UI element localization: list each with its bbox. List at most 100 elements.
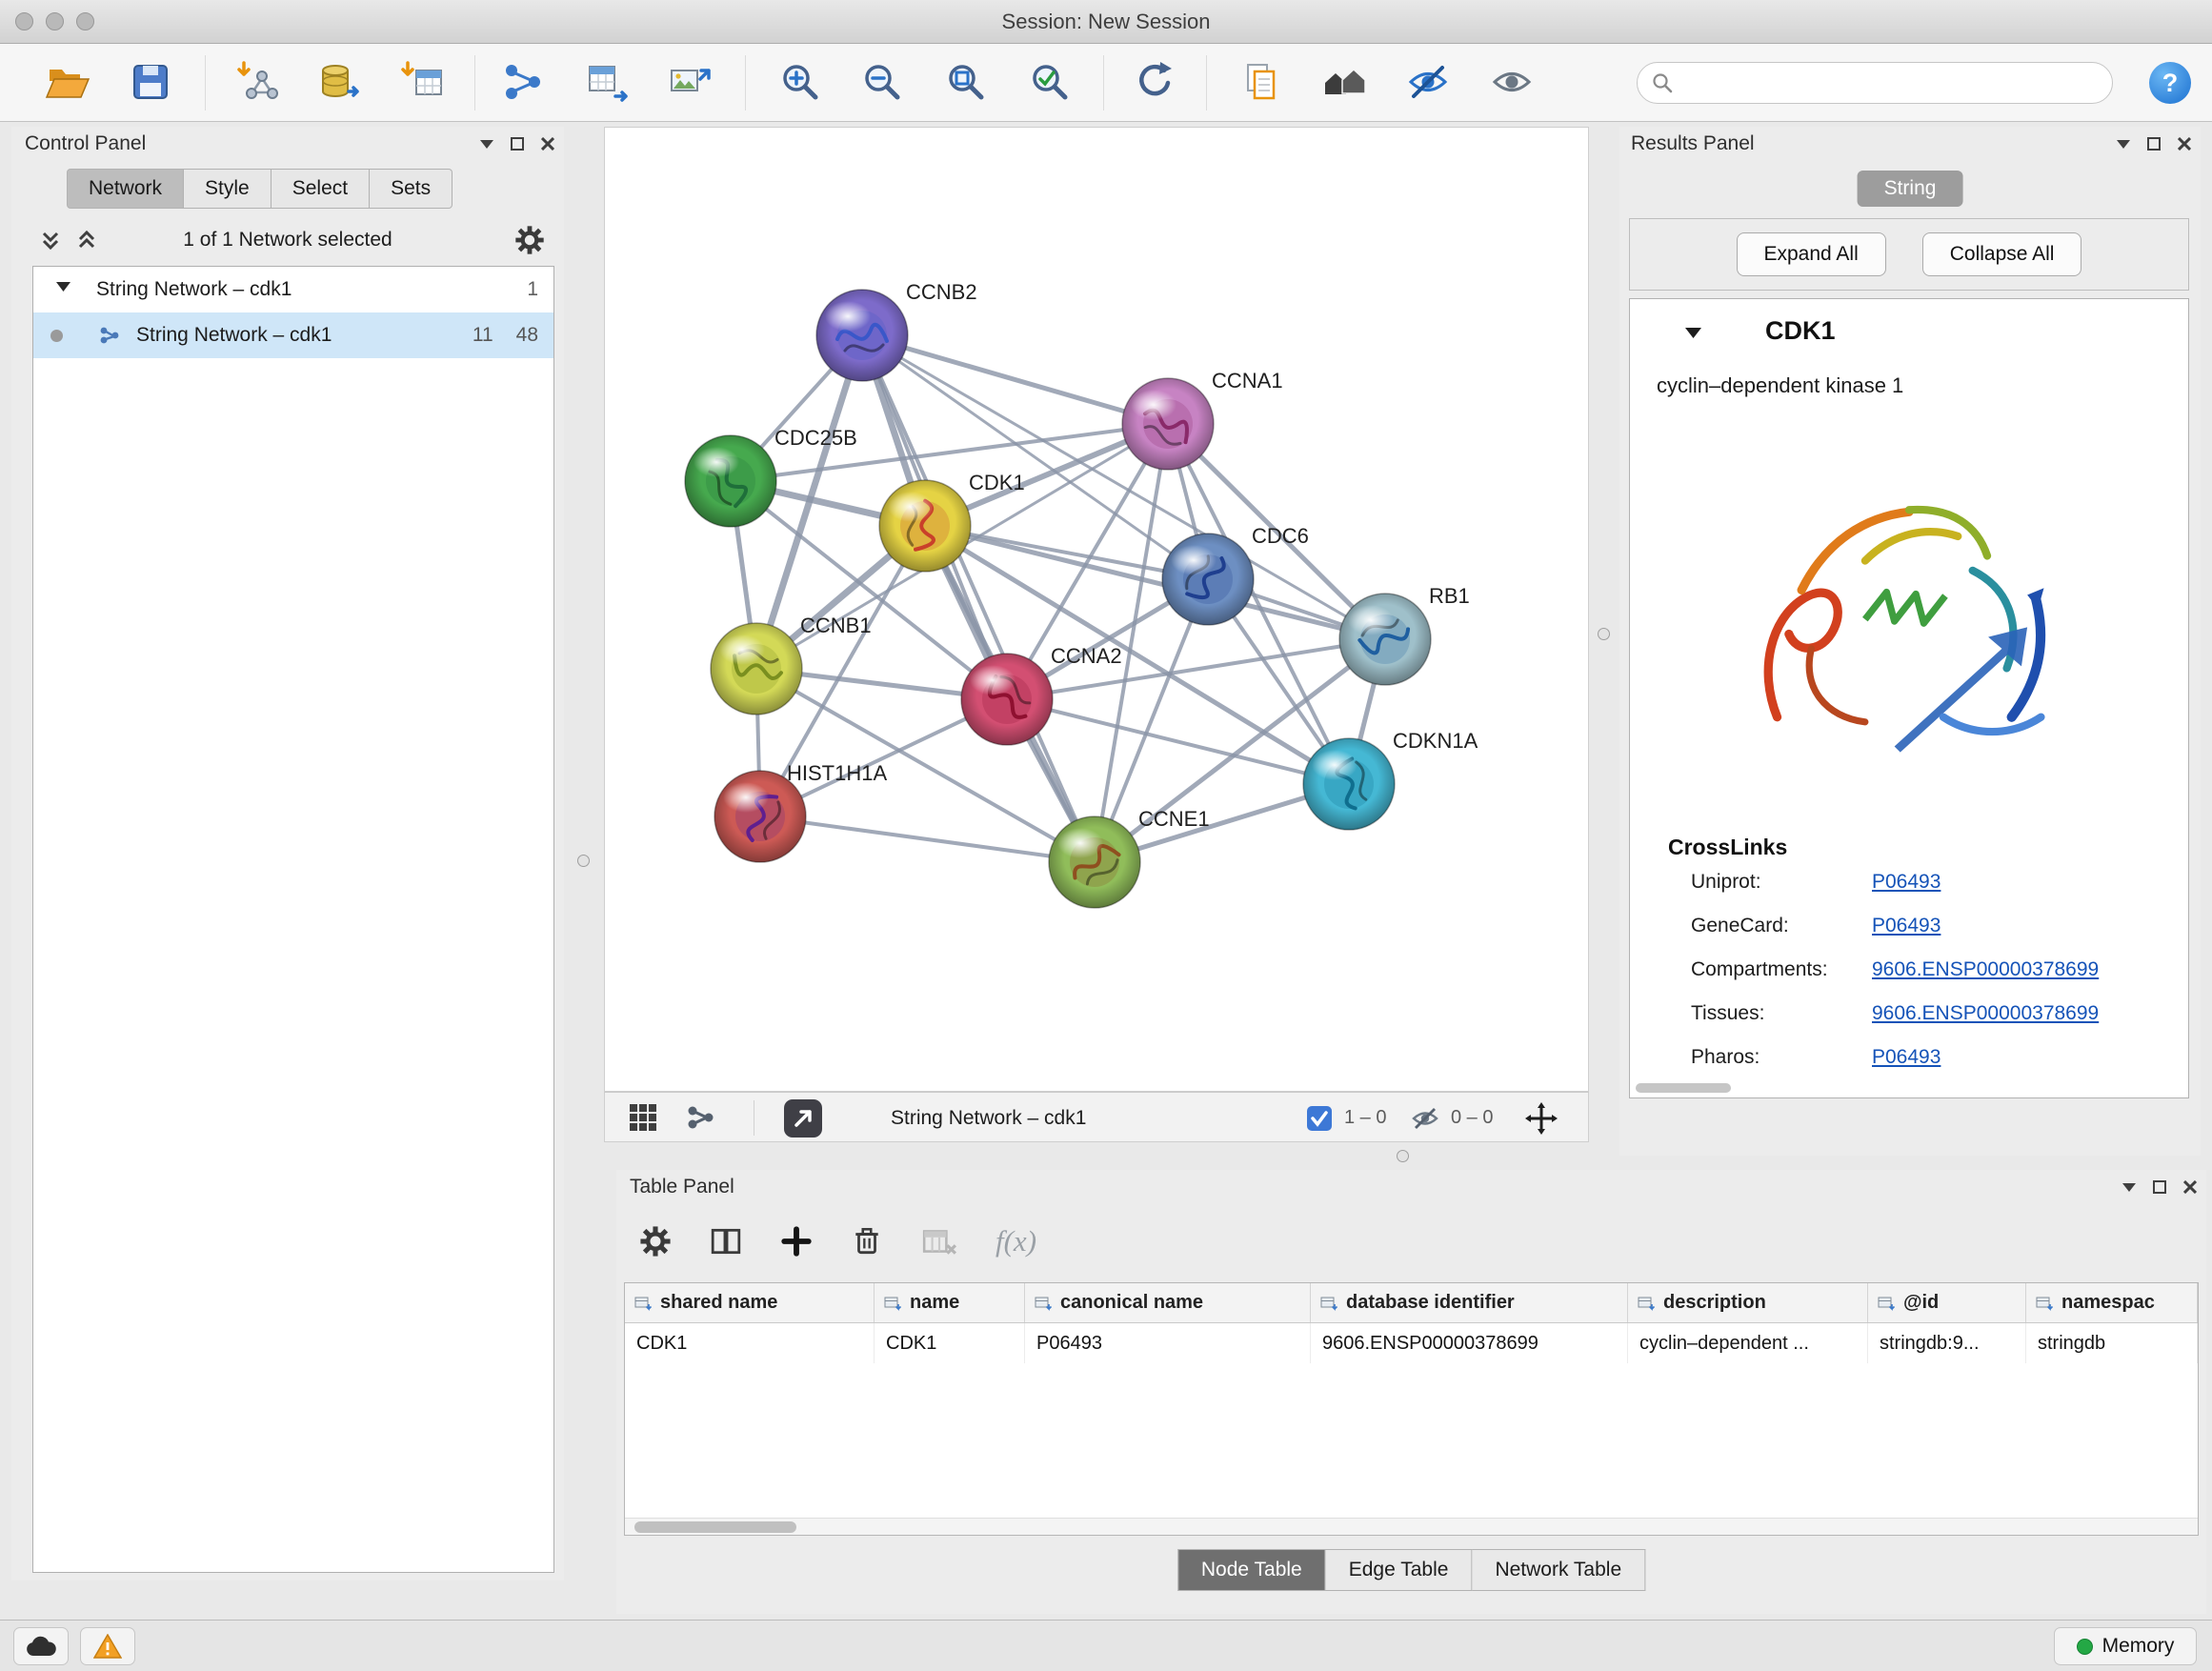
- table-row[interactable]: CDK1 CDK1 P06493 9606.ENSP00000378699 cy…: [625, 1323, 2198, 1363]
- tree-expander-icon[interactable]: [56, 282, 70, 292]
- network-node-CDKN1A[interactable]: CDKN1A: [1303, 729, 1478, 830]
- crosslink-link[interactable]: P06493: [1872, 915, 1941, 937]
- cell-database-identifier[interactable]: 9606.ENSP00000378699: [1311, 1323, 1628, 1363]
- bottom-splitter-handle[interactable]: [1397, 1150, 1409, 1162]
- zoom-selected-button[interactable]: [1027, 59, 1073, 105]
- sort-column-icon: [2036, 1296, 2053, 1311]
- tab-style[interactable]: Style: [184, 169, 271, 209]
- network-node-HIST1H1A[interactable]: HIST1H1A: [714, 761, 887, 862]
- network-edge-HIST1H1A-CCNE1[interactable]: [760, 816, 1095, 862]
- tab-string[interactable]: String: [1858, 171, 1963, 207]
- search-input-field[interactable]: [1674, 66, 2112, 100]
- hide-selected-button[interactable]: [1405, 59, 1451, 105]
- panel-minimize-icon[interactable]: [2117, 140, 2130, 149]
- refresh-network-button[interactable]: [1132, 59, 1177, 105]
- left-splitter-handle[interactable]: [577, 855, 590, 867]
- panel-float-icon[interactable]: [2147, 137, 2161, 151]
- import-network-file-button[interactable]: [235, 59, 281, 105]
- tab-node-table[interactable]: Node Table: [1177, 1549, 1326, 1591]
- export-table-button[interactable]: [584, 59, 630, 105]
- panel-minimize-icon[interactable]: [480, 140, 493, 149]
- cell-name[interactable]: CDK1: [875, 1323, 1025, 1363]
- table-options-gear-icon[interactable]: [639, 1225, 672, 1258]
- crosslink-link[interactable]: P06493: [1872, 1046, 1941, 1069]
- copy-network-button[interactable]: [1237, 59, 1283, 105]
- column-header-id[interactable]: @id: [1868, 1283, 2026, 1322]
- warnings-button[interactable]: [80, 1627, 135, 1665]
- cell-namespace[interactable]: stringdb: [2026, 1323, 2198, 1363]
- hidden-eye-slash-icon[interactable]: [1411, 1105, 1439, 1132]
- network-collection-label: String Network – cdk1: [96, 278, 292, 301]
- network-edge-CCNB2-CCNA1[interactable]: [862, 335, 1168, 424]
- cell-canonical-name[interactable]: P06493: [1025, 1323, 1311, 1363]
- network-overview-icon[interactable]: [685, 1102, 715, 1133]
- zoom-out-button[interactable]: [859, 59, 905, 105]
- crosslink-link[interactable]: 9606.ENSP00000378699: [1872, 958, 2099, 981]
- results-horizontal-scrollbar[interactable]: [1636, 1083, 1731, 1093]
- grid-view-icon[interactable]: [628, 1102, 658, 1133]
- tab-network-table[interactable]: Network Table: [1472, 1549, 1645, 1591]
- cell-shared-name[interactable]: CDK1: [625, 1323, 875, 1363]
- open-in-new-window-button[interactable]: [784, 1099, 822, 1137]
- import-table-file-button[interactable]: [400, 59, 446, 105]
- help-button[interactable]: ?: [2149, 62, 2191, 104]
- panel-float-icon[interactable]: [511, 137, 524, 151]
- memory-button[interactable]: Memory: [2054, 1627, 2197, 1665]
- crosslink-link[interactable]: 9606.ENSP00000378699: [1872, 1002, 2099, 1025]
- table-horizontal-scrollbar[interactable]: [625, 1518, 2198, 1535]
- network-node-CCNA1[interactable]: CCNA1: [1122, 369, 1283, 470]
- cell-description[interactable]: cyclin–dependent ...: [1628, 1323, 1868, 1363]
- network-canvas[interactable]: CCNB2CCNA1CDC25BCDK1CDC6RB1CCNB1CCNA2CDK…: [604, 127, 1589, 1092]
- tab-select[interactable]: Select: [271, 169, 370, 209]
- zoom-in-button[interactable]: [777, 59, 823, 105]
- network-node-CCNB2[interactable]: CCNB2: [816, 280, 977, 381]
- network-edge-CCNB2-CCNE1[interactable]: [862, 335, 1095, 862]
- show-all-button[interactable]: [1489, 59, 1535, 105]
- column-header-name[interactable]: name: [875, 1283, 1025, 1322]
- network-tools-button[interactable]: [499, 59, 545, 105]
- panel-close-icon[interactable]: [2178, 137, 2191, 151]
- network-row-selected[interactable]: String Network – cdk1 11 48: [33, 312, 553, 358]
- network-node-CCNE1[interactable]: CCNE1: [1049, 807, 1210, 908]
- scrollbar-thumb[interactable]: [634, 1521, 796, 1533]
- cell-id[interactable]: stringdb:9...: [1868, 1323, 2026, 1363]
- panel-float-icon[interactable]: [2153, 1180, 2166, 1194]
- zoom-fit-button[interactable]: [943, 59, 989, 105]
- tab-sets[interactable]: Sets: [370, 169, 452, 209]
- tab-network[interactable]: Network: [67, 169, 184, 209]
- network-node-CCNA2[interactable]: CCNA2: [961, 644, 1122, 745]
- panel-close-icon[interactable]: [2183, 1180, 2197, 1194]
- import-network-database-button[interactable]: [315, 59, 361, 105]
- network-options-gear-icon[interactable]: [514, 225, 545, 255]
- show-columns-icon[interactable]: [710, 1225, 742, 1258]
- network-node-count: 11: [473, 324, 493, 347]
- column-header-canonical-name[interactable]: canonical name: [1025, 1283, 1311, 1322]
- column-header-description[interactable]: description: [1628, 1283, 1868, 1322]
- column-header-shared-name[interactable]: shared name: [625, 1283, 875, 1322]
- cloud-status-button[interactable]: [13, 1627, 69, 1665]
- network-node-RB1[interactable]: RB1: [1339, 584, 1470, 685]
- result-expander-icon[interactable]: [1685, 328, 1701, 338]
- right-splitter-handle[interactable]: [1598, 628, 1610, 640]
- tab-edge-table[interactable]: Edge Table: [1326, 1549, 1473, 1591]
- export-image-button[interactable]: [666, 59, 712, 105]
- network-node-CDC6[interactable]: CDC6: [1162, 524, 1309, 625]
- expand-all-button[interactable]: Expand All: [1737, 232, 1886, 276]
- add-column-icon[interactable]: [780, 1225, 813, 1258]
- column-header-namespace[interactable]: namespac: [2026, 1283, 2198, 1322]
- open-session-button[interactable]: [44, 59, 90, 105]
- home-button[interactable]: [1322, 59, 1368, 105]
- search-box[interactable]: [1637, 62, 2113, 104]
- collapse-all-button[interactable]: Collapse All: [1922, 232, 2082, 276]
- network-collection-row[interactable]: String Network – cdk1 1: [33, 267, 553, 312]
- save-session-button[interactable]: [128, 59, 173, 105]
- panel-close-icon[interactable]: [541, 137, 554, 151]
- panel-minimize-icon[interactable]: [2122, 1183, 2136, 1192]
- sort-column-icon: [1320, 1296, 1337, 1311]
- delete-column-icon[interactable]: [851, 1225, 883, 1258]
- crosslink-link[interactable]: P06493: [1872, 871, 1941, 894]
- pan-move-icon[interactable]: [1525, 1102, 1558, 1135]
- network-graph[interactable]: CCNB2CCNA1CDC25BCDK1CDC6RB1CCNB1CCNA2CDK…: [605, 128, 1588, 1091]
- column-header-database-identifier[interactable]: database identifier: [1311, 1283, 1628, 1322]
- selected-nodes-checkbox-icon[interactable]: [1306, 1105, 1333, 1132]
